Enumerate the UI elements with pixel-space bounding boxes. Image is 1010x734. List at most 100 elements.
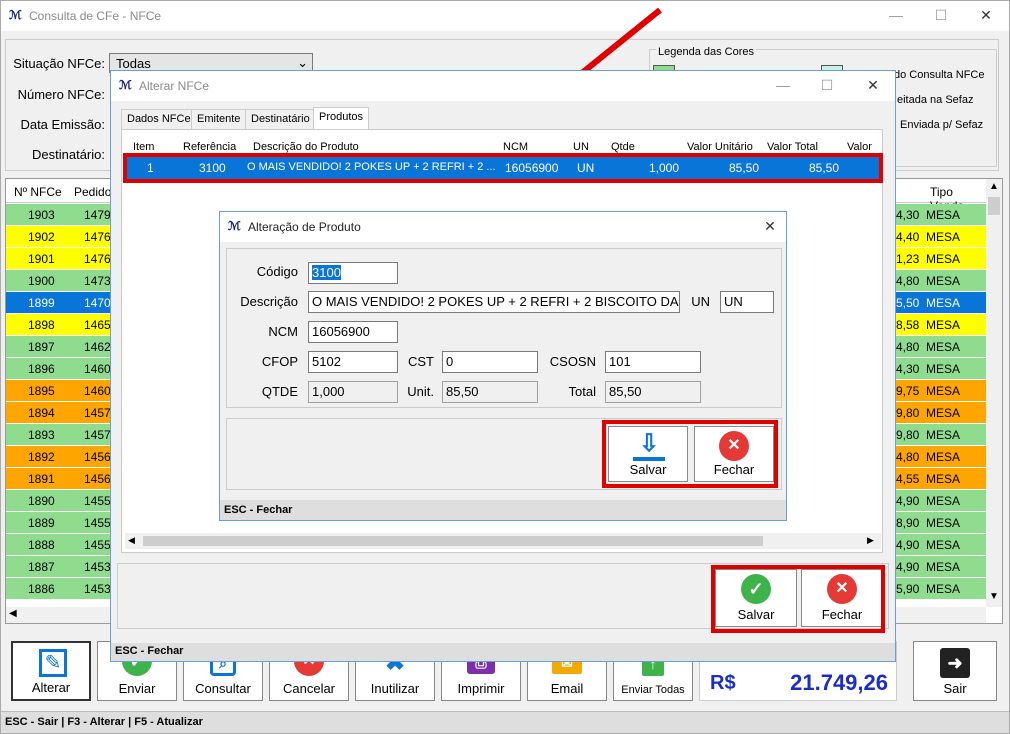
ncm-field[interactable]: 16056900	[308, 321, 398, 343]
produtos-hscrollbar[interactable]: ◀ ▶	[125, 533, 881, 549]
cell-tipo: MESA	[926, 384, 961, 398]
alterar-logo-icon: ℳ	[119, 78, 132, 92]
scroll-thumb[interactable]	[988, 197, 1000, 215]
col-nfce[interactable]: Nº NFCe	[14, 185, 62, 199]
produto-dialog: ℳ Alteração de Produto ✕ Código 3100 Des…	[219, 211, 787, 521]
produto-close-button[interactable]: ✕	[760, 216, 780, 236]
close-button[interactable]: ✕	[976, 5, 996, 25]
hscroll-left-icon[interactable]: ◀	[128, 535, 135, 546]
col-valor-total[interactable]: Valor Total	[767, 141, 818, 153]
enviar-todas-label: Enviar Todas	[621, 684, 685, 696]
cell-valor: 5,50	[896, 296, 920, 310]
col-valor-unitario[interactable]: Valor Unitário	[687, 141, 753, 153]
edit-icon: ✎	[39, 649, 67, 677]
cell-valor: 9,75	[896, 384, 920, 398]
sair-button[interactable]: ➜ Sair	[913, 641, 997, 701]
alterar-maximize-button[interactable]: ☐	[817, 75, 837, 95]
cfop-label: CFOP	[261, 354, 298, 369]
imprimir-label: Imprimir	[457, 681, 505, 696]
tab-destinatario[interactable]: Destinatário	[245, 109, 316, 129]
cancelar-label: Cancelar	[282, 681, 336, 696]
cell-valor: 8,58	[896, 318, 920, 332]
app-logo-icon: ℳ	[9, 8, 22, 22]
col-ncm[interactable]: NCM	[503, 141, 528, 153]
total-label: Total	[568, 384, 596, 399]
cell-tipo: MESA	[926, 450, 961, 464]
cell-tipo: MESA	[926, 340, 961, 354]
alterar-button[interactable]: ✎ Alterar	[11, 641, 91, 701]
cell-valor: 4,40	[896, 230, 920, 244]
cell-nfce: 1893	[28, 428, 55, 442]
hscroll-right-icon[interactable]: ▶	[867, 535, 874, 546]
cell-nfce: 1894	[28, 406, 55, 420]
cell-tipo: MESA	[926, 472, 961, 486]
col-pedido[interactable]: Pedido	[74, 185, 111, 199]
hscroll-thumb[interactable]	[143, 536, 763, 546]
tab-produtos[interactable]: Produtos	[313, 107, 370, 131]
numero-label: Número NFCe:	[17, 87, 105, 102]
col-un[interactable]: UN	[573, 141, 589, 153]
tab-dados-nfce[interactable]: Dados NFCe	[121, 109, 197, 129]
cst-field[interactable]: 0	[442, 351, 538, 373]
un-label: UN	[691, 294, 710, 309]
col-qtde[interactable]: Qtde	[611, 141, 635, 153]
un-field[interactable]: UN	[720, 291, 774, 313]
situacao-label: Situação NFCe:	[13, 56, 105, 71]
qtde-field: 1,000	[308, 381, 398, 403]
main-title: Consulta de CFe - NFCe	[29, 9, 162, 23]
col-descricao[interactable]: Descrição do Produto	[253, 141, 359, 153]
cell-tipo: MESA	[926, 516, 961, 530]
cell-nfce: 1903	[28, 208, 55, 222]
cell-valor: 4,55	[896, 472, 920, 486]
descricao-field[interactable]: O MAIS VENDIDO! 2 POKES UP + 2 REFRI + 2…	[308, 291, 680, 313]
cell-valor: 4,80	[896, 274, 920, 288]
tab-emitente[interactable]: Emitente	[191, 109, 247, 129]
cell-valor: 4,90	[896, 538, 920, 552]
codigo-field[interactable]: 3100	[308, 262, 398, 284]
unit-field: 85,50	[442, 381, 538, 403]
highlight-alterar-buttons-box	[711, 565, 885, 633]
cell-tipo: MESA	[926, 560, 961, 574]
unit-label: Unit.	[407, 384, 434, 399]
col-item[interactable]: Item	[133, 141, 154, 153]
produto-titlebar: ℳ Alteração de Produto ✕	[220, 212, 786, 242]
destinatario-label: Destinatário:	[32, 147, 105, 162]
scroll-down-icon[interactable]: ▼	[989, 591, 999, 602]
situacao-value: Todas	[116, 56, 151, 71]
sair-label: Sair	[943, 681, 967, 696]
enviar-label: Enviar	[118, 681, 156, 696]
minimize-button[interactable]: —	[886, 5, 906, 25]
highlight-produto-buttons-box	[602, 420, 778, 488]
alterar-status-text: ESC - Fechar	[115, 645, 184, 657]
inutilizar-label: Inutilizar	[370, 681, 420, 696]
cell-nfce: 1892	[28, 450, 55, 464]
cell-tipo: MESA	[926, 252, 961, 266]
produto-status-text: ESC - Fechar	[224, 504, 293, 516]
cell-nfce: 1887	[28, 560, 55, 574]
cfop-field[interactable]: 5102	[308, 351, 398, 373]
csosn-field[interactable]: 101	[605, 351, 701, 373]
cell-nfce: 1898	[28, 318, 55, 332]
cell-valor: 9,80	[896, 406, 920, 420]
codigo-value: 3100	[312, 265, 341, 280]
exit-icon: ➜	[940, 648, 970, 678]
alterar-minimize-button[interactable]: —	[773, 75, 793, 95]
cell-valor: 4,30	[896, 362, 920, 376]
grid-vscrollbar[interactable]: ▲ ▼	[986, 179, 1002, 607]
total-field: 85,50	[605, 381, 701, 403]
alterar-close-button[interactable]: ✕	[863, 75, 883, 95]
scroll-up-icon[interactable]: ▲	[989, 181, 999, 192]
produto-status-bar: ESC - Fechar	[220, 500, 786, 520]
maximize-button[interactable]: ☐	[931, 5, 951, 25]
cell-valor: 1,23	[896, 252, 920, 266]
csosn-label: CSOSN	[549, 354, 596, 369]
cell-valor: 4,90	[896, 560, 920, 574]
cell-nfce: 1895	[28, 384, 55, 398]
col-referencia[interactable]: Referência	[183, 141, 236, 153]
cell-nfce: 1897	[28, 340, 55, 354]
consultar-label: Consultar	[195, 681, 251, 696]
email-label: Email	[550, 681, 584, 696]
qtde-label: QTDE	[261, 384, 298, 399]
main-status-bar: ESC - Sair | F3 - Alterar | F5 - Atualiz…	[1, 711, 1009, 733]
scroll-left-icon[interactable]: ◀	[9, 608, 17, 619]
